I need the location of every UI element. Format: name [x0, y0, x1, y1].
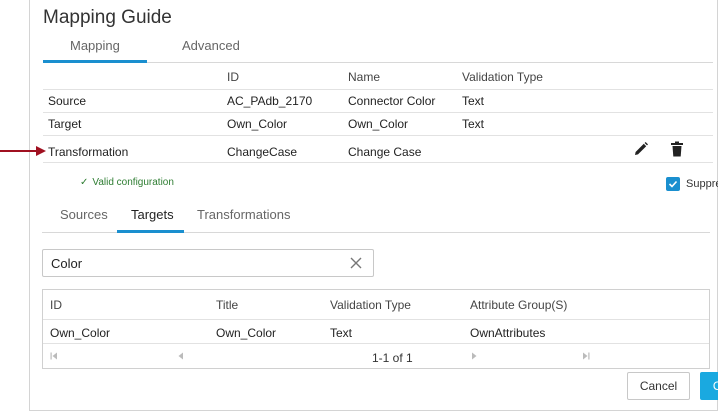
row-validation-type: Text [462, 117, 485, 131]
column-header-validation-type: Validation Type [462, 70, 543, 84]
tab-advanced[interactable]: Advanced [182, 38, 240, 53]
results-table-header: ID Title Validation Type Attribute Group… [43, 290, 709, 320]
pager-text: 1-1 of 1 [372, 351, 413, 365]
cancel-button[interactable]: Cancel [627, 372, 690, 400]
column-header-validation-type: Validation Type [330, 298, 411, 312]
main-tabs: Mapping Advanced [43, 35, 713, 63]
column-header-title: Title [216, 298, 239, 312]
pagination: 1-1 of 1 [43, 345, 709, 369]
row-label: Transformation [48, 145, 129, 159]
validation-status-text: Valid configuration [92, 177, 174, 188]
table-row-source[interactable]: Source AC_PAdb_2170 Connector Color Text [43, 89, 713, 112]
tab-sources[interactable]: Sources [60, 207, 108, 222]
row-label: Source [48, 94, 87, 108]
results-table: ID Title Validation Type Attribute Group… [42, 289, 710, 369]
trash-icon[interactable] [669, 141, 685, 157]
row-id: AC_PAdb_2170 [227, 94, 313, 108]
cell-attribute-group: OwnAttributes [470, 326, 546, 340]
table-row-transformation[interactable]: Transformation ChangeCase Change Case [43, 135, 713, 163]
cell-validation-type: Text [330, 326, 353, 340]
cell-title: Own_Color [216, 326, 277, 340]
arrow-right-icon [0, 146, 46, 156]
row-validation-type: Text [462, 94, 485, 108]
tab-targets[interactable]: Targets [131, 207, 174, 222]
check-icon: ✓ [80, 177, 89, 188]
suppress-checkbox[interactable]: Suppress [666, 177, 718, 191]
mapping-table-header: ID Name Validation Type [43, 66, 713, 89]
dialog-title: Mapping Guide [43, 7, 172, 28]
sub-tabs: Sources Targets Transformations [42, 200, 710, 233]
mapping-table: ID Name Validation Type Source AC_PAdb_2… [43, 66, 713, 163]
column-header-name: Name [348, 70, 381, 84]
checkbox-checked-icon[interactable] [666, 177, 680, 191]
suppress-label: Suppress [686, 178, 718, 190]
active-subtab-indicator [117, 230, 184, 233]
row-name: Change Case [348, 145, 422, 159]
row-id: ChangeCase [227, 145, 298, 159]
tab-mapping[interactable]: Mapping [70, 38, 120, 53]
row-id: Own_Color [227, 117, 288, 131]
prev-page-icon[interactable] [176, 351, 186, 361]
ok-button[interactable]: OK [700, 372, 718, 400]
cell-id: Own_Color [50, 326, 111, 340]
validation-status: ✓ Valid configuration [80, 177, 174, 188]
row-name: Connector Color [348, 94, 436, 108]
close-icon[interactable] [349, 256, 363, 270]
column-header-id: ID [227, 70, 239, 84]
row-name: Own_Color [348, 117, 409, 131]
next-page-icon[interactable] [469, 351, 479, 361]
column-header-attribute-group: Attribute Group(S) [470, 298, 568, 312]
table-row-target[interactable]: Target Own_Color Own_Color Text [43, 112, 713, 135]
table-row[interactable]: Own_Color Own_Color Text OwnAttributes [43, 320, 709, 344]
search-field[interactable] [42, 249, 374, 277]
pencil-icon[interactable] [633, 141, 649, 157]
tab-transformations[interactable]: Transformations [197, 207, 290, 222]
first-page-icon[interactable] [49, 351, 59, 361]
row-label: Target [48, 117, 82, 131]
column-header-id: ID [50, 298, 62, 312]
last-page-icon[interactable] [581, 351, 591, 361]
active-tab-indicator [43, 60, 147, 63]
search-input[interactable] [51, 254, 341, 272]
